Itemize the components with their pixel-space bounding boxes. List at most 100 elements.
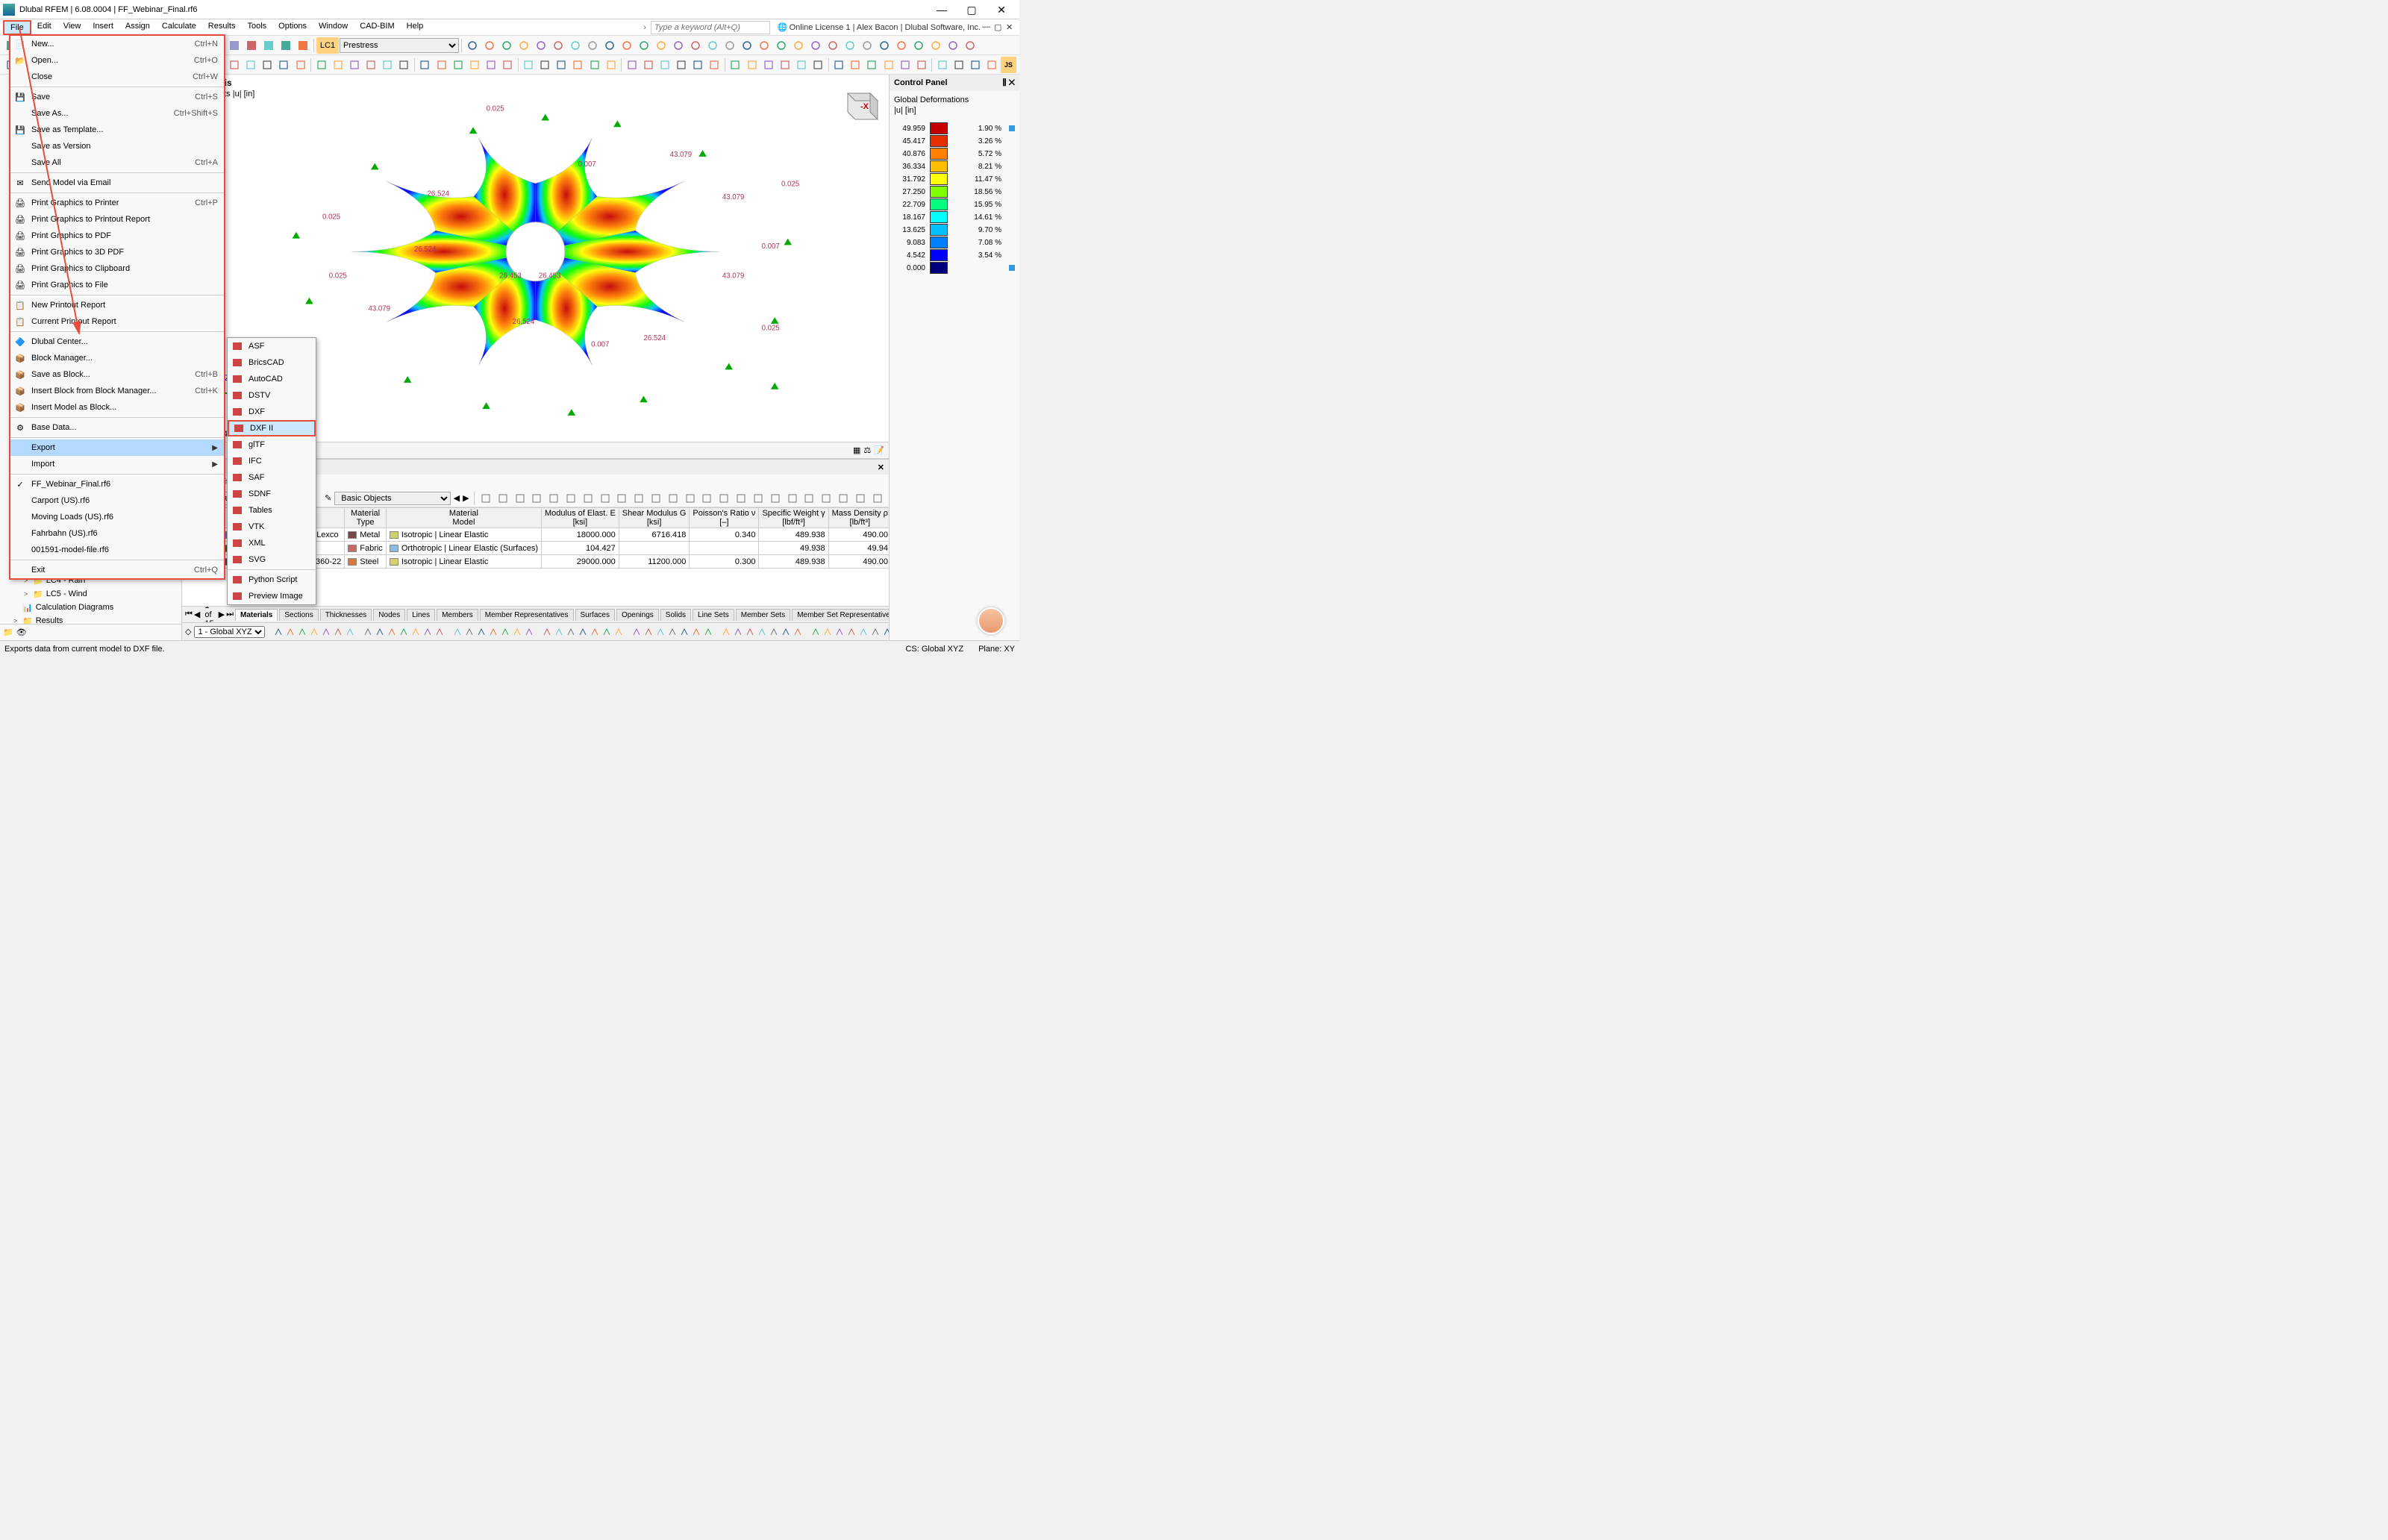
- export-bricscad[interactable]: BricsCAD: [228, 354, 316, 371]
- toolbar2-btn-13[interactable]: [227, 57, 243, 73]
- orientation-cube[interactable]: -X: [837, 82, 881, 127]
- export-ifc[interactable]: IFC: [228, 453, 316, 469]
- tab-materials[interactable]: Materials: [235, 609, 278, 621]
- snap-tb-25[interactable]: [590, 624, 599, 640]
- toolbar2-btn-14[interactable]: [243, 57, 259, 73]
- file-menu-insert-block-from-block-manager-[interactable]: 📦Insert Block from Block Manager...Ctrl+…: [10, 383, 224, 399]
- toolbar2-btn-47[interactable]: [810, 57, 826, 73]
- pin-icon[interactable]: ⫼: [1002, 78, 1006, 87]
- toolbar-btn-0[interactable]: [464, 37, 481, 54]
- mat-tb-20[interactable]: [819, 490, 834, 507]
- mat-tb-21[interactable]: [837, 490, 851, 507]
- file-menu-print-graphics-to-printout-report[interactable]: 🖨Print Graphics to Printout Report: [10, 211, 224, 228]
- mat-tb-13[interactable]: [700, 490, 714, 507]
- tab-member-sets[interactable]: Member Sets: [736, 609, 790, 621]
- export-dxf-ii[interactable]: DXF II: [228, 420, 316, 436]
- toolbar-btn-22[interactable]: [842, 37, 858, 54]
- expander-icon[interactable]: >: [24, 590, 33, 598]
- toolbar2-btn-27[interactable]: [466, 57, 482, 73]
- nav-left2-icon[interactable]: ◀: [454, 493, 460, 503]
- menu-options[interactable]: Options: [272, 20, 313, 35]
- coord-system-dropdown[interactable]: 1 - Global XYZ: [194, 626, 265, 638]
- menu-window[interactable]: Window: [313, 20, 354, 35]
- maximize-button[interactable]: ▢: [957, 1, 987, 19]
- toolbar-btn-16[interactable]: [739, 37, 755, 54]
- file-menu-ff-webinar-final-rf6[interactable]: ✓FF_Webinar_Final.rf6: [10, 476, 224, 492]
- col-MaterialType[interactable]: MaterialType: [345, 508, 387, 528]
- export-dxf[interactable]: DXF: [228, 404, 316, 420]
- snap-tb-33[interactable]: [692, 624, 701, 640]
- toolbar2-btn-28[interactable]: [483, 57, 498, 73]
- toolbar-btn-21[interactable]: [825, 37, 841, 54]
- tree-calculation-diagrams[interactable]: 📊Calculation Diagrams: [3, 601, 178, 614]
- toolbar-placeholder-17[interactable]: [295, 37, 311, 54]
- snap-tb-28[interactable]: [632, 624, 641, 640]
- menu-results[interactable]: Results: [202, 20, 242, 35]
- min2-icon[interactable]: —: [982, 22, 993, 33]
- snap-tb-36[interactable]: [734, 624, 743, 640]
- file-menu-new-printout-report[interactable]: 📋New Printout Report: [10, 297, 224, 313]
- tree-lc5-wind[interactable]: >📁LC5 - Wind: [3, 587, 178, 601]
- menu-tools[interactable]: Tools: [241, 20, 272, 35]
- toolbar-btn-11[interactable]: [653, 37, 669, 54]
- snap-tb-32[interactable]: [680, 624, 689, 640]
- file-menu-carport-us-rf6[interactable]: Carport (US).rf6: [10, 492, 224, 509]
- close-panel-icon[interactable]: ✕: [1009, 78, 1015, 87]
- toolbar-placeholder-16[interactable]: [278, 37, 294, 54]
- snap-tb-46[interactable]: [859, 624, 868, 640]
- toolbar2-btn-30[interactable]: [521, 57, 537, 73]
- menu-edit[interactable]: Edit: [31, 20, 57, 35]
- tab-nodes[interactable]: Nodes: [373, 609, 405, 621]
- toolbar-btn-14[interactable]: [704, 37, 721, 54]
- tree-results[interactable]: >📁Results: [3, 614, 178, 624]
- toolbar2-btn-37[interactable]: [640, 57, 656, 73]
- toolbar-btn-29[interactable]: [962, 37, 978, 54]
- toolbar2-btn-21[interactable]: [363, 57, 378, 73]
- toolbar-btn-19[interactable]: [790, 37, 807, 54]
- toolbar-placeholder-14[interactable]: [243, 37, 260, 54]
- export-preview-image[interactable]: Preview Image: [228, 588, 316, 604]
- menu-assign[interactable]: Assign: [119, 20, 156, 35]
- tab-line-sets[interactable]: Line Sets: [693, 609, 734, 621]
- toolbar-btn-2[interactable]: [498, 37, 515, 54]
- toolbar2-btn-36[interactable]: [624, 57, 640, 73]
- snap-tb-7[interactable]: [363, 624, 372, 640]
- file-menu-base-data-[interactable]: ⚙Base Data...: [10, 419, 224, 436]
- export-tables[interactable]: Tables: [228, 502, 316, 519]
- toolbar-btn-4[interactable]: [533, 37, 549, 54]
- tab-openings[interactable]: Openings: [616, 609, 659, 621]
- file-menu-save-all[interactable]: Save AllCtrl+A: [10, 154, 224, 171]
- toolbar2-btn-39[interactable]: [674, 57, 690, 73]
- toolbar2-btn-35[interactable]: [603, 57, 619, 73]
- snap-tb-42[interactable]: [811, 624, 820, 640]
- toolbar2-btn-26[interactable]: [450, 57, 466, 73]
- toolbar-placeholder-15[interactable]: [260, 37, 277, 54]
- toolbar2-btn-42[interactable]: [728, 57, 743, 73]
- snap-tb-47[interactable]: [871, 624, 880, 640]
- file-menu-open-[interactable]: 📂Open...Ctrl+O: [10, 52, 224, 69]
- export-python-script[interactable]: Python Script: [228, 572, 316, 588]
- snap-tb-3[interactable]: [310, 624, 319, 640]
- snap-tb-19[interactable]: [513, 624, 522, 640]
- snap-tb-2[interactable]: [298, 624, 307, 640]
- toolbar2-btn-51[interactable]: [881, 57, 896, 73]
- snap-tb-15[interactable]: [465, 624, 474, 640]
- js-button[interactable]: JS: [1001, 57, 1016, 73]
- snap-tb-37[interactable]: [746, 624, 754, 640]
- menu-help[interactable]: Help: [401, 20, 430, 35]
- basic-dropdown[interactable]: Basic Objects: [334, 492, 450, 505]
- toolbar2-btn-33[interactable]: [570, 57, 586, 73]
- toolbar2-btn-29[interactable]: [499, 57, 515, 73]
- snap-tb-10[interactable]: [399, 624, 408, 640]
- toolbar2-btn-54[interactable]: [934, 57, 950, 73]
- toolbar2-btn-34[interactable]: [587, 57, 602, 73]
- mat-tb-9[interactable]: [632, 490, 646, 507]
- file-menu-print-graphics-to-printer[interactable]: 🖨Print Graphics to PrinterCtrl+P: [10, 195, 224, 211]
- snap-tb-21[interactable]: [543, 624, 551, 640]
- mat-tb-14[interactable]: [717, 490, 731, 507]
- max2-icon[interactable]: ▢: [994, 22, 1004, 33]
- snap-tb-29[interactable]: [644, 624, 653, 640]
- snap-tb-1[interactable]: [286, 624, 295, 640]
- mat-tb-22[interactable]: [853, 490, 867, 507]
- toolbar2-btn-40[interactable]: [690, 57, 706, 73]
